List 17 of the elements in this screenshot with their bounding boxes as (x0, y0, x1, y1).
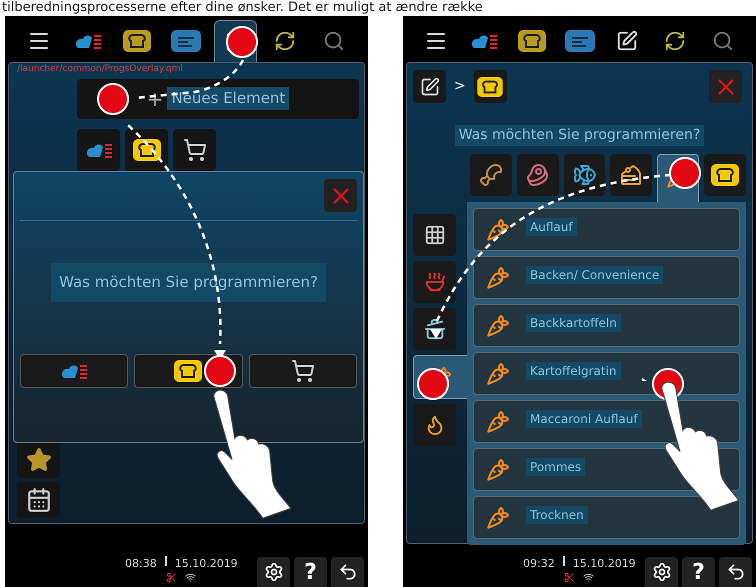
date-text: 15.10.2019 (572, 556, 636, 572)
recipe-list-item[interactable]: Trocknen (473, 496, 740, 539)
date-text: 15.10.2019 (174, 556, 238, 572)
help-button[interactable]: ? (294, 557, 327, 587)
file-path-text: /launcher/common/ProgsOverlay.qml (17, 63, 184, 76)
recipe-list-item[interactable]: Backen/ Convenience (473, 256, 740, 299)
recipe-list-item[interactable]: Kartoffelgratin (473, 352, 740, 395)
recipe-list-item[interactable]: Backkartoffeln (473, 304, 740, 347)
breadcrumb-separator: > (454, 77, 466, 96)
recipe-list-item[interactable]: Auflauf (473, 208, 740, 251)
help-button[interactable]: ? (682, 557, 715, 587)
recipe-list-item[interactable]: Maccaroni Auflauf (473, 400, 740, 443)
clock-time: 08:38 (125, 556, 157, 572)
question-text: Was möchten Sie programmieren? (454, 125, 704, 146)
dialog-question: Was möchten Sie programmieren? (51, 263, 326, 302)
clock-time: 09:32 (523, 556, 555, 572)
caption-text: tilberedningsprocesserne efter dine ønsker. Det er muligt at ændre række (1, 0, 484, 16)
